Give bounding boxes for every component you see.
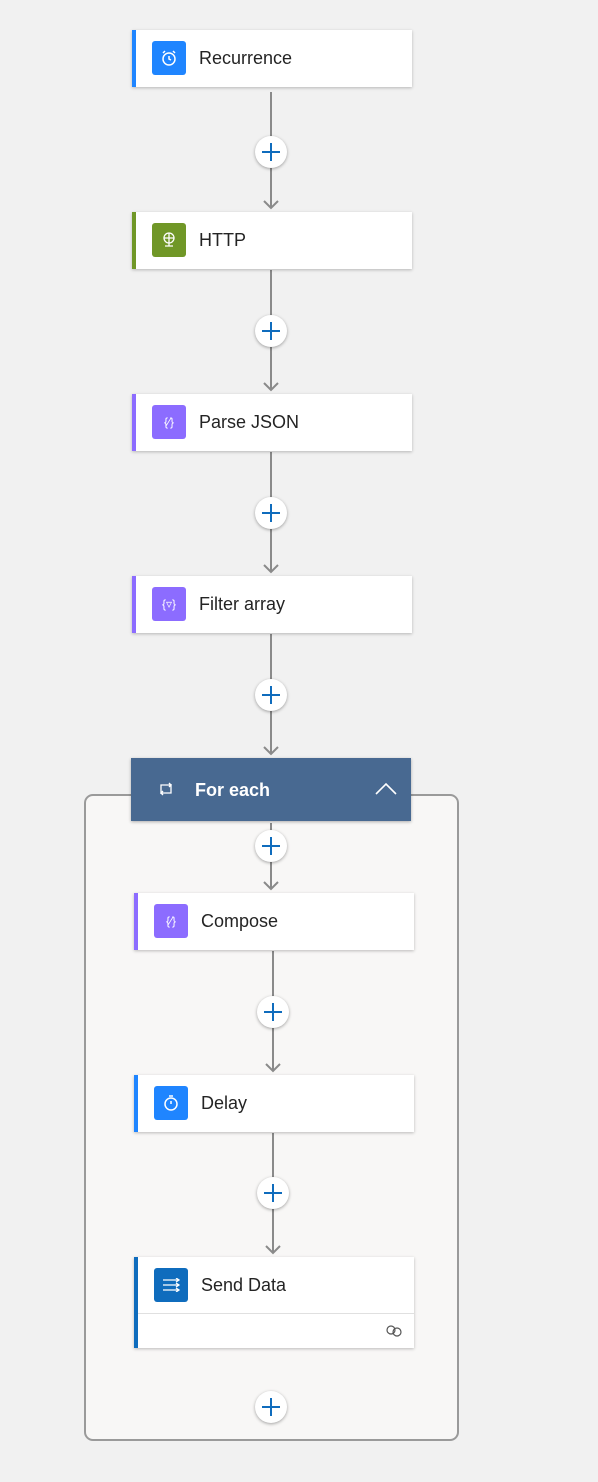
action-label: Parse JSON: [199, 412, 300, 432]
plus-icon: [262, 837, 280, 855]
for-each-header[interactable]: For each: [131, 758, 411, 821]
add-step-button[interactable]: [255, 136, 287, 168]
action-label: HTTP: [199, 230, 246, 250]
action-label: Send Data: [201, 1275, 287, 1295]
add-step-button[interactable]: [255, 315, 287, 347]
plus-icon: [262, 143, 280, 161]
plus-icon: [262, 322, 280, 340]
add-step-button[interactable]: [257, 996, 289, 1028]
timer-icon: [154, 1086, 188, 1120]
link-icon[interactable]: [385, 1325, 403, 1337]
action-card-filter-array[interactable]: {▿} Filter array: [132, 576, 412, 633]
action-card-delay[interactable]: Delay: [134, 1075, 414, 1132]
action-card-recurrence[interactable]: Recurrence: [132, 30, 412, 87]
loop-icon: [160, 782, 172, 796]
plus-icon: [262, 504, 280, 522]
add-step-button[interactable]: [257, 1177, 289, 1209]
action-label: Recurrence: [199, 48, 293, 68]
braces-icon: {∕}: [154, 904, 188, 938]
add-step-button[interactable]: [255, 1391, 287, 1423]
add-step-button[interactable]: [255, 830, 287, 862]
plus-icon: [264, 1184, 282, 1202]
action-card-parse-json[interactable]: {∕} Parse JSON: [132, 394, 412, 451]
action-card-compose[interactable]: {∕} Compose: [134, 893, 414, 950]
action-label: Delay: [201, 1093, 248, 1113]
add-step-button[interactable]: [255, 679, 287, 711]
action-label: Filter array: [199, 594, 286, 614]
card-divider: [138, 1313, 414, 1314]
action-label: Compose: [201, 911, 279, 931]
plus-icon: [262, 1398, 280, 1416]
plus-icon: [264, 1003, 282, 1021]
globe-icon: [152, 223, 186, 257]
add-step-button[interactable]: [255, 497, 287, 529]
alarm-clock-icon: [152, 41, 186, 75]
braces-filter-icon: {▿}: [152, 587, 186, 621]
send-data-icon: [154, 1268, 188, 1302]
action-card-send-data[interactable]: Send Data: [134, 1257, 414, 1348]
braces-icon: {∕}: [152, 405, 186, 439]
action-card-http[interactable]: HTTP: [132, 212, 412, 269]
plus-icon: [262, 686, 280, 704]
for-each-label: For each: [195, 780, 271, 800]
chevron-up-icon[interactable]: [375, 782, 397, 796]
